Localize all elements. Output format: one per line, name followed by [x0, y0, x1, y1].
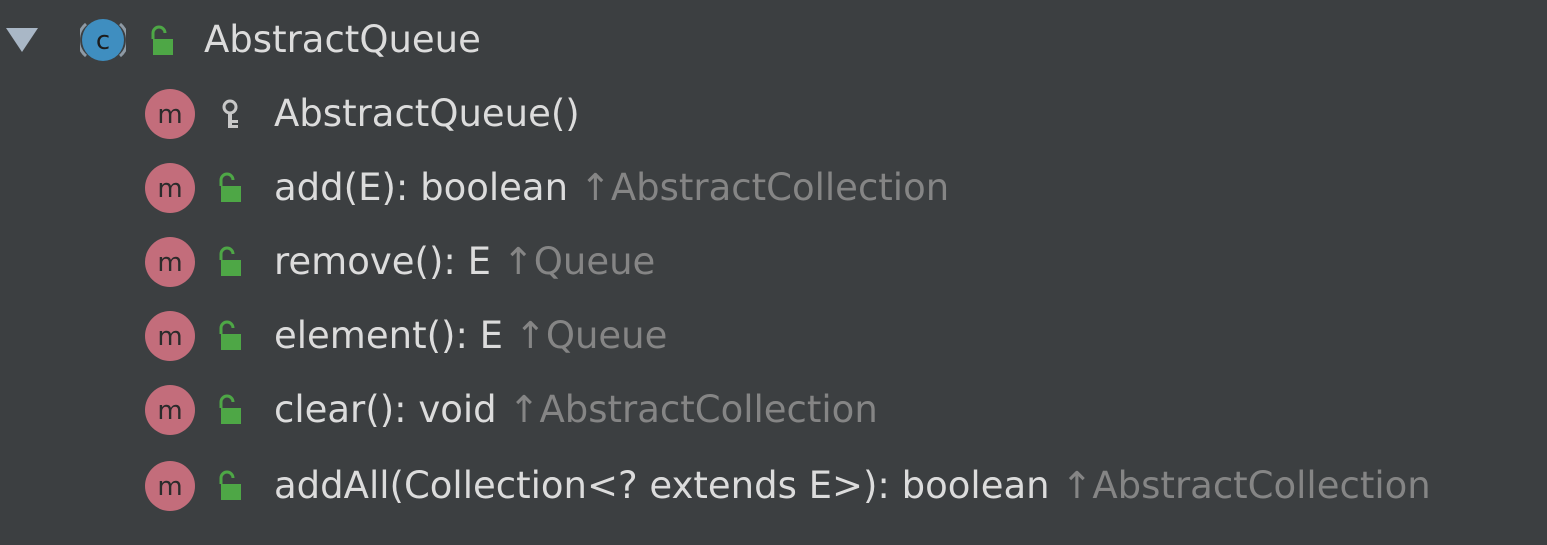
- member-signature: AbstractQueue(): [274, 92, 580, 135]
- protected-key-icon: [222, 99, 238, 128]
- method-icon: m: [145, 237, 195, 287]
- svg-text:m: m: [157, 322, 182, 352]
- class-name: AbstractQueue: [204, 3, 481, 77]
- public-lock-icon: [151, 25, 173, 55]
- method-icon: m: [145, 163, 195, 213]
- member-label: add(E): boolean ↑AbstractCollection: [274, 151, 949, 225]
- tree-row-method[interactable]: m remove(): E ↑Queue: [0, 225, 1547, 299]
- member-label: clear(): void ↑AbstractCollection: [274, 373, 878, 447]
- tree-row-method[interactable]: m add(E): boolean ↑AbstractCollection: [0, 151, 1547, 225]
- member-label: remove(): E ↑Queue: [274, 225, 655, 299]
- svg-text:m: m: [157, 248, 182, 278]
- collapse-arrow-icon[interactable]: [6, 28, 38, 52]
- svg-text:c: c: [96, 26, 110, 56]
- member-signature: remove(): E: [274, 240, 491, 283]
- class-name-text: AbstractQueue: [204, 18, 481, 61]
- member-signature: clear(): void: [274, 388, 497, 431]
- inherited-from: ↑AbstractCollection: [579, 166, 950, 209]
- member-label: AbstractQueue(): [274, 77, 580, 151]
- tree-row-method[interactable]: m AbstractQueue(): [0, 77, 1547, 151]
- inherited-from: ↑AbstractCollection: [508, 388, 878, 431]
- member-signature: element(): E: [274, 314, 504, 357]
- tree-row-method[interactable]: m element(): E ↑Queue: [0, 299, 1547, 373]
- structure-tree: c AbstractQueue m AbstractQueue() m add(…: [0, 0, 1547, 545]
- method-icon: m: [145, 461, 195, 511]
- inherited-from: ↑Queue: [514, 314, 668, 357]
- member-label: addAll(Collection<? extends E>): boolean…: [274, 449, 1431, 523]
- public-lock-icon: [219, 320, 241, 350]
- svg-text:m: m: [157, 100, 182, 130]
- tree-row-class[interactable]: c AbstractQueue: [0, 3, 1547, 77]
- inherited-from: ↑AbstractCollection: [1061, 464, 1431, 507]
- member-signature: add(E): boolean: [274, 166, 569, 209]
- public-lock-icon: [219, 246, 241, 276]
- inherited-from: ↑Queue: [502, 240, 656, 283]
- public-lock-icon: [219, 470, 241, 500]
- member-label: element(): E ↑Queue: [274, 299, 667, 373]
- svg-text:m: m: [157, 396, 182, 426]
- method-icon: m: [145, 89, 195, 139]
- tree-row-method[interactable]: m addAll(Collection<? extends E>): boole…: [0, 449, 1547, 523]
- method-icon: m: [145, 385, 195, 435]
- class-icon: c: [80, 19, 126, 61]
- member-signature: addAll(Collection<? extends E>): boolean: [274, 464, 1050, 507]
- tree-row-method[interactable]: m clear(): void ↑AbstractCollection: [0, 373, 1547, 447]
- svg-text:m: m: [157, 174, 182, 204]
- method-icon: m: [145, 311, 195, 361]
- public-lock-icon: [219, 394, 241, 424]
- svg-text:m: m: [157, 472, 182, 502]
- public-lock-icon: [219, 172, 241, 202]
